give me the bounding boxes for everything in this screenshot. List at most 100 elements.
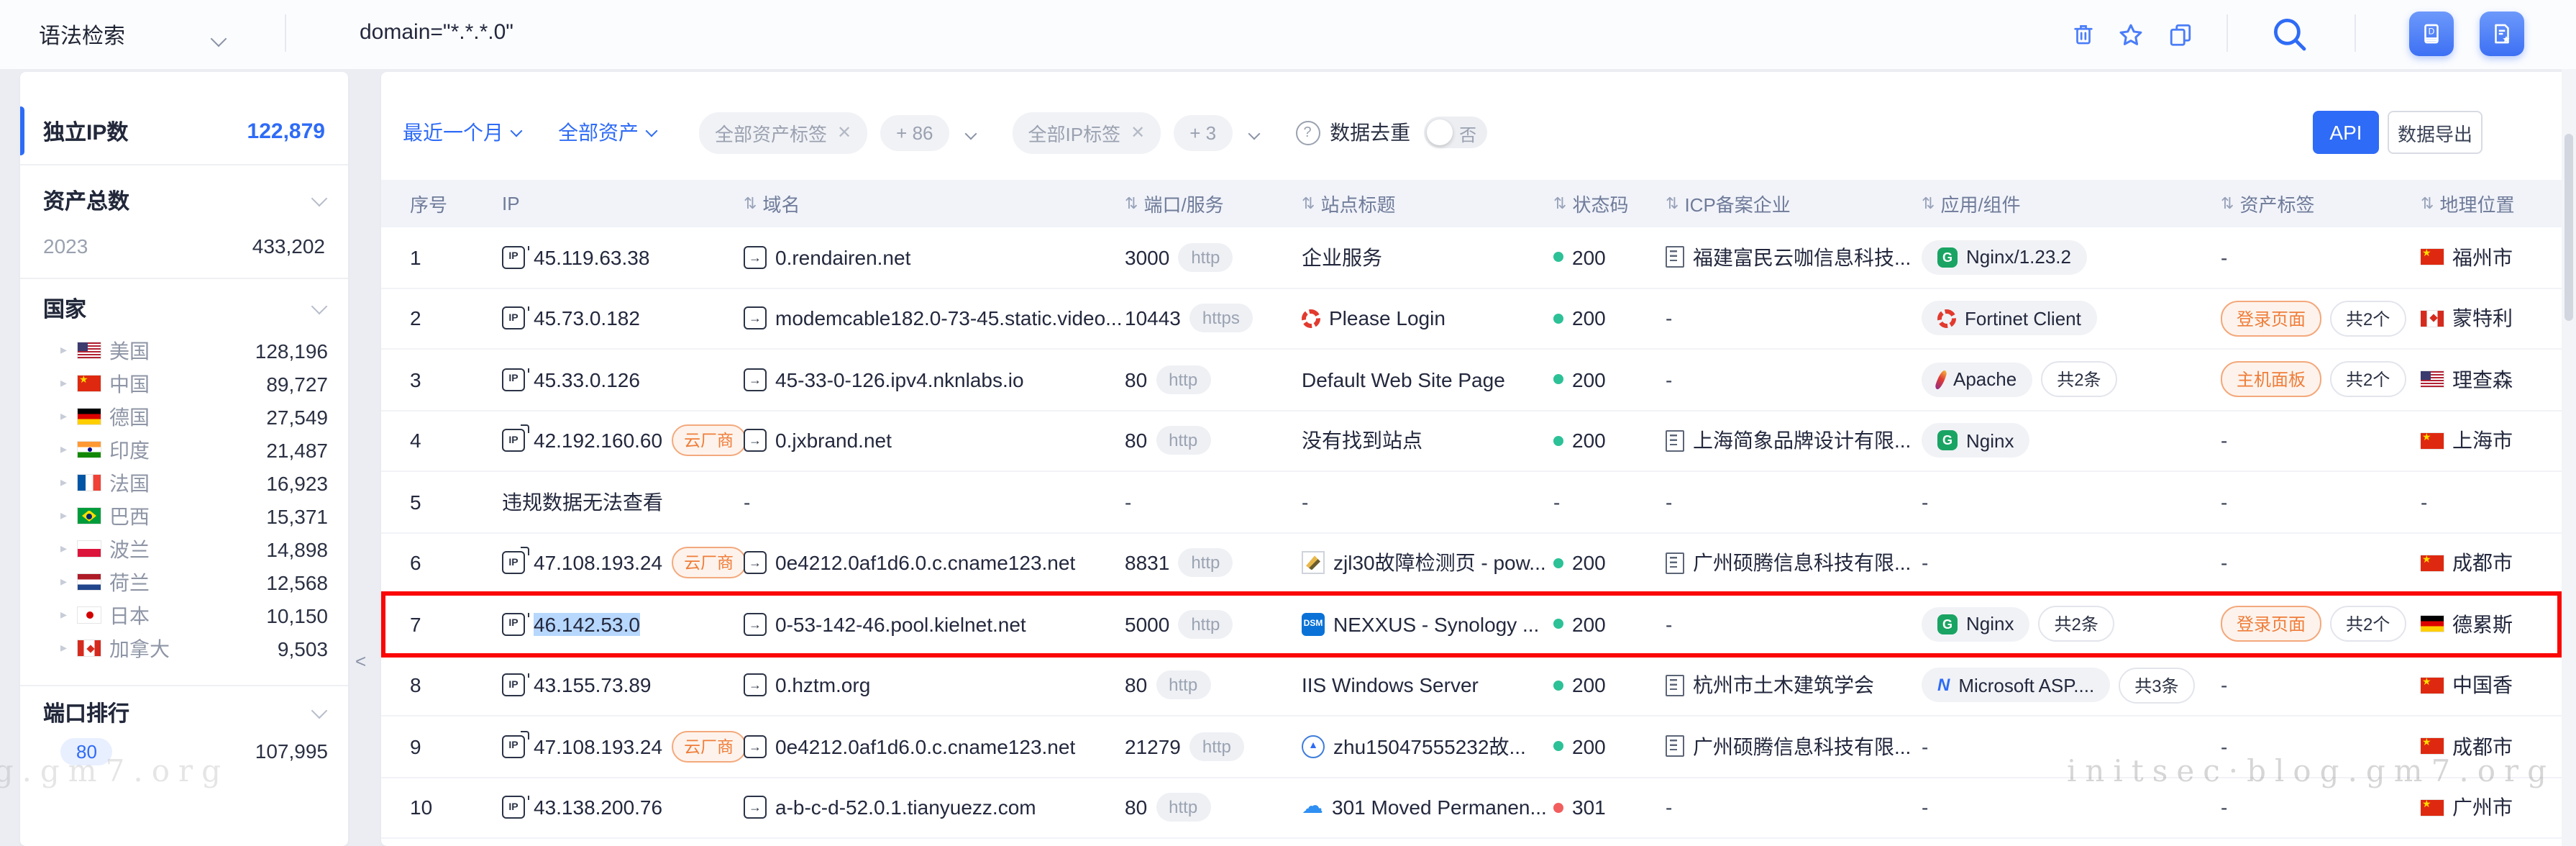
site-title[interactable]: 没有找到站点	[1302, 427, 1422, 455]
tag-cell[interactable]: 登录页面 共2个	[2221, 301, 2421, 337]
site-title[interactable]: IIS Windows Server	[1302, 674, 1479, 697]
tag-cell[interactable]: -	[2221, 429, 2421, 452]
app-cell[interactable]: GNginx	[1922, 424, 2221, 458]
country-item[interactable]: ▸ 波兰 14,898	[60, 532, 328, 565]
title-cell[interactable]: ☁301 Moved Permanen...	[1302, 796, 1553, 819]
country-item[interactable]: ▸ 法国 16,923	[60, 466, 328, 499]
goto-domain-icon[interactable]: →	[744, 674, 767, 697]
chevron-down-icon[interactable]	[967, 119, 975, 145]
favorite-icon[interactable]	[2116, 20, 2145, 49]
tag-cell[interactable]: 主机面板 共2个	[2221, 362, 2421, 398]
table-row[interactable]: 9 IP 47.108.193.24 云厂商 → 0e4212.0af1d6.0…	[381, 717, 2562, 778]
site-title[interactable]: Default Web Site Page	[1302, 368, 1505, 391]
geo-cell[interactable]: 成都市	[2421, 732, 2562, 761]
chevron-down-icon[interactable]	[311, 298, 328, 314]
column-header-seq[interactable]: 序号	[410, 190, 502, 217]
vertical-scrollbar[interactable]	[2562, 69, 2576, 846]
domain-cell[interactable]: → 0e4212.0af1d6.0.c.cname123.net	[744, 552, 1125, 575]
copy-ip-icon[interactable]: IP	[502, 307, 525, 330]
column-header-title[interactable]: ⇅ 站点标题	[1302, 190, 1553, 217]
chevron-down-icon[interactable]	[311, 190, 328, 206]
tag-cell[interactable]: -	[2221, 735, 2421, 758]
ip-address[interactable]: 43.138.200.76	[534, 796, 662, 819]
domain-cell[interactable]: → 0e4212.0af1d6.0.c.cname123.net	[744, 735, 1125, 758]
app-component-pill[interactable]: Fortinet Client	[1922, 301, 2097, 336]
copy-ip-icon[interactable]: IP	[502, 368, 525, 391]
goto-domain-icon[interactable]: →	[744, 613, 767, 636]
delete-icon[interactable]	[2068, 20, 2097, 49]
port-section-header[interactable]: 端口排行	[43, 698, 325, 727]
geo-city[interactable]: 蒙特利	[2452, 304, 2513, 333]
domain-text[interactable]: 45-33-0-126.ipv4.nknlabs.io	[775, 368, 1024, 391]
port-number[interactable]: 80	[1125, 674, 1147, 697]
asset-total-section-header[interactable]: 资产总数	[43, 186, 325, 214]
sort-icon[interactable]: ⇅	[2221, 194, 2234, 213]
copy-ip-icon[interactable]: IP	[502, 246, 525, 269]
column-header-ip[interactable]: IP	[502, 193, 744, 214]
app-count-pill[interactable]: 共2条	[2039, 606, 2114, 642]
search-mode-selector[interactable]: 语法检索	[39, 20, 125, 50]
icp-company[interactable]: 福建富民云咖信息科技...	[1693, 243, 1911, 272]
goto-domain-icon[interactable]: →	[744, 246, 767, 269]
chevron-down-icon[interactable]	[1249, 119, 1258, 145]
country-item[interactable]: ▸ 德国 27,549	[60, 400, 328, 433]
icp-cell[interactable]: 福建富民云咖信息科技...	[1666, 243, 1922, 272]
scrollbar-thumb[interactable]	[2564, 134, 2573, 321]
app-component-pill[interactable]: GNginx	[1922, 607, 2030, 642]
app-cell[interactable]: -	[1922, 552, 2221, 575]
expand-icon[interactable]: ▸	[60, 475, 78, 491]
title-cell[interactable]: zjl30故障检测页 - pow...	[1302, 549, 1553, 578]
sort-icon[interactable]: ⇅	[1302, 194, 1315, 213]
domain-cell[interactable]: → 0.hztm.org	[744, 674, 1125, 697]
geo-cell[interactable]: -	[2421, 491, 2562, 514]
table-row[interactable]: 1 IP 45.119.63.38 → 0.rendairen.net 3000…	[381, 227, 2562, 288]
ip-address[interactable]: 45.33.0.126	[534, 368, 640, 391]
ip-tag-more-chip[interactable]: + 3	[1174, 114, 1232, 150]
ip-cell[interactable]: IP 47.108.193.24 云厂商	[502, 547, 744, 579]
icp-cell[interactable]: 广州硕腾信息科技有限...	[1666, 549, 1922, 578]
geo-city[interactable]: 成都市	[2452, 732, 2513, 761]
site-title[interactable]: Please Login	[1329, 307, 1445, 330]
port-number[interactable]: 3000	[1125, 246, 1169, 269]
app-cell[interactable]: -	[1922, 491, 2221, 514]
expand-icon[interactable]: ▸	[60, 640, 78, 656]
geo-city[interactable]: 广州市	[2452, 793, 2513, 822]
time-range-dropdown[interactable]: 最近一个月	[403, 118, 521, 147]
site-title[interactable]: NEXXUS - Synology ...	[1333, 613, 1539, 636]
goto-domain-icon[interactable]: →	[744, 307, 767, 330]
geo-cell[interactable]: 福州市	[2421, 243, 2562, 272]
geo-cell[interactable]: 上海市	[2421, 427, 2562, 455]
asset-tag-chip[interactable]: 全部资产标签✕	[699, 112, 867, 153]
title-cell[interactable]: ▲zhu15047555232故...	[1302, 732, 1553, 761]
geo-cell[interactable]: 成都市	[2421, 549, 2562, 578]
copy-icon[interactable]	[2166, 20, 2195, 49]
copy-ip-icon[interactable]: IP	[502, 613, 525, 636]
close-icon[interactable]: ✕	[837, 122, 851, 142]
icp-cell[interactable]: -	[1666, 307, 1922, 330]
table-row[interactable]: 3 IP 45.33.0.126 → 45-33-0-126.ipv4.nknl…	[381, 350, 2562, 411]
title-cell[interactable]: Default Web Site Page	[1302, 368, 1553, 391]
port-number[interactable]: 10443	[1125, 307, 1181, 330]
domain-text[interactable]: 0.rendairen.net	[775, 246, 910, 269]
title-cell[interactable]: DSMNEXXUS - Synology ...	[1302, 613, 1553, 636]
column-header-tag[interactable]: ⇅ 资产标签	[2221, 190, 2421, 217]
domain-text[interactable]: 0e4212.0af1d6.0.c.cname123.net	[775, 735, 1075, 758]
domain-cell[interactable]: → a-b-c-d-52.0.1.tianyuezz.com	[744, 796, 1125, 819]
title-cell[interactable]: -	[1302, 491, 1553, 514]
port-cell[interactable]: 8831 http	[1125, 549, 1302, 578]
geo-city[interactable]: 成都市	[2452, 549, 2513, 578]
app-cell[interactable]: -	[1922, 735, 2221, 758]
country-item[interactable]: ▸ 巴西 15,371	[60, 499, 328, 532]
app-component-pill[interactable]: GNginx	[1922, 424, 2030, 458]
search-query-input[interactable]: domain="*.*.*.0"	[360, 20, 513, 45]
geo-city[interactable]: 中国香	[2452, 671, 2513, 700]
export-button[interactable]: 数据导出	[2388, 111, 2483, 154]
goto-domain-icon[interactable]: →	[744, 429, 767, 452]
country-item[interactable]: ▸ 印度 21,487	[60, 433, 328, 466]
table-row[interactable]: 10 IP 43.138.200.76 → a-b-c-d-52.0.1.tia…	[381, 778, 2562, 839]
ip-cell[interactable]: IP 43.155.73.89	[502, 674, 744, 697]
icp-cell[interactable]: -	[1666, 491, 1922, 514]
port-cell[interactable]: 80 http	[1125, 365, 1302, 394]
country-section-header[interactable]: 国家	[43, 294, 325, 322]
search-icon[interactable]	[2268, 13, 2311, 56]
